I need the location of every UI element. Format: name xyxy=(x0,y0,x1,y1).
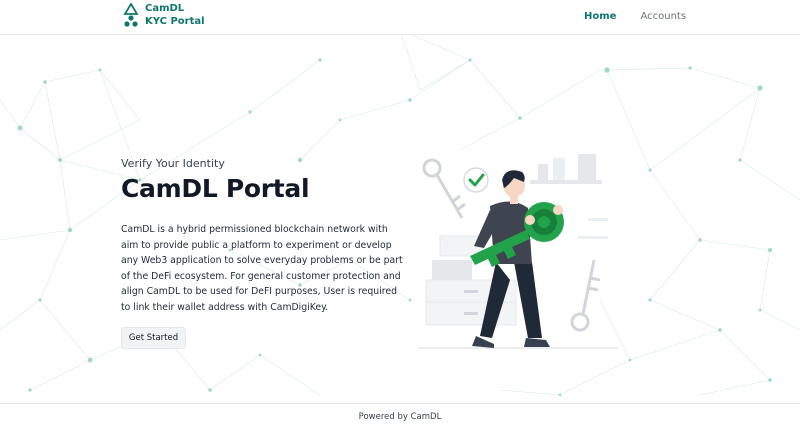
camdl-logo-icon xyxy=(123,3,139,27)
nav-accounts-link[interactable]: Accounts xyxy=(640,10,686,24)
skeleton-key-icon xyxy=(422,158,466,219)
hero-section: Verify Your Identity CamDL Portal CamDL … xyxy=(121,157,411,315)
top-navbar: CamDL KYC Portal Home Accounts xyxy=(0,0,800,35)
brand-name: CamDL KYC Portal xyxy=(145,2,205,28)
check-circle-icon xyxy=(463,167,489,193)
main-nav: Home Accounts xyxy=(584,10,686,24)
brand-line-2: KYC Portal xyxy=(145,16,205,27)
footer-text: Powered by CamDL xyxy=(358,412,442,422)
skeleton-key-icon xyxy=(570,259,601,332)
brand-line-1: CamDL xyxy=(145,3,185,14)
hero-illustration xyxy=(418,154,618,349)
hero-title: CamDL Portal xyxy=(121,174,310,203)
brand[interactable]: CamDL KYC Portal xyxy=(123,2,205,29)
hero-description: CamDL is a hybrid permissioned blockchai… xyxy=(121,224,403,313)
footer: Powered by CamDL xyxy=(0,403,800,430)
nav-home-link[interactable]: Home xyxy=(584,10,616,24)
hero-subtitle: Verify Your Identity xyxy=(121,157,225,170)
get-started-button[interactable]: Get Started xyxy=(121,327,186,349)
